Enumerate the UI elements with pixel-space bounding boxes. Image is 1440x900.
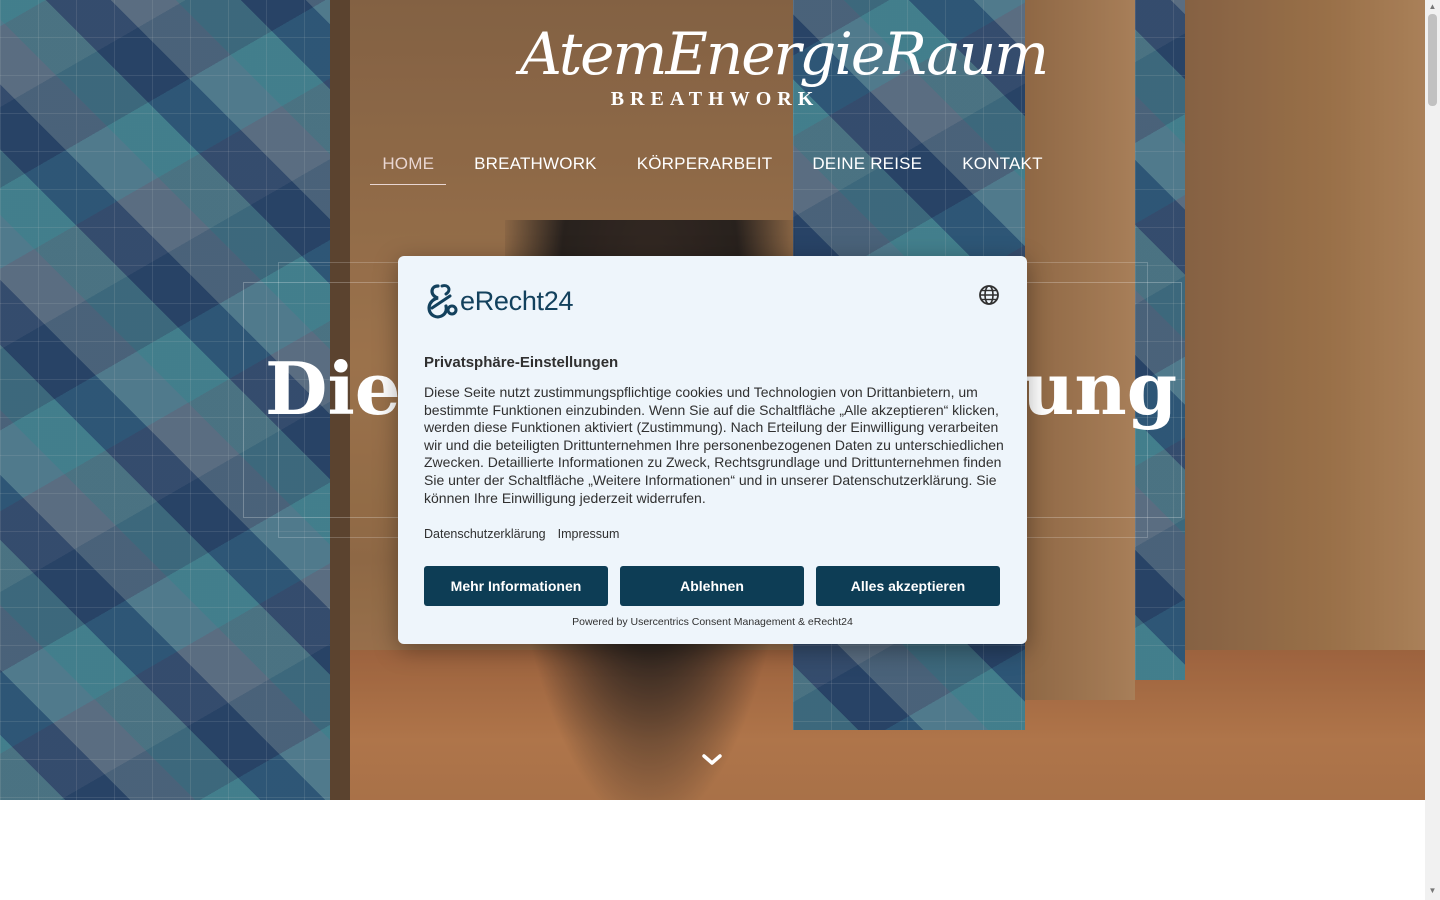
cookie-consent-dialog: eRecht24 Privatsphäre-Einstellungen Dies… xyxy=(398,256,1027,644)
imprint-link[interactable]: Impressum xyxy=(558,527,620,541)
more-information-button[interactable]: Mehr Informationen xyxy=(424,566,608,606)
scroll-down-icon[interactable]: ▼ xyxy=(1428,886,1437,895)
chevron-down-icon[interactable] xyxy=(700,748,724,772)
hero-title-end: ung xyxy=(1022,346,1178,431)
privacy-policy-link[interactable]: Datenschutzerklärung xyxy=(424,527,546,541)
nav-item-home[interactable]: HOME xyxy=(370,150,447,185)
accept-all-button[interactable]: Alles akzeptieren xyxy=(816,566,1000,606)
powered-by-text: Powered by Usercentrics Consent Manageme… xyxy=(572,616,853,628)
globe-icon[interactable] xyxy=(978,284,1000,306)
erecht24-logo-icon xyxy=(427,284,458,319)
main-navigation: HOME BREATHWORK KÖRPERARBEIT DEINE REISE… xyxy=(0,150,1425,185)
nav-item-deine-reise[interactable]: DEINE REISE xyxy=(800,150,934,185)
site-logo-subtitle[interactable]: BREATHWORK xyxy=(560,88,870,111)
site-logo-script[interactable]: AtemEnergieRaum xyxy=(520,18,1049,90)
scroll-up-icon[interactable]: ▲ xyxy=(1428,2,1437,11)
nav-item-breathwork[interactable]: BREATHWORK xyxy=(462,150,609,185)
consent-links: Datenschutzerklärung Impressum xyxy=(424,527,631,541)
page-scrollbar[interactable]: ▲ ▼ xyxy=(1425,0,1440,900)
hero-title-start: Die xyxy=(265,346,401,431)
consent-button-row: Mehr Informationen Ablehnen Alles akzept… xyxy=(424,566,1012,606)
erecht24-brand-text: eRecht24 xyxy=(460,285,574,316)
consent-description: Diese Seite nutzt zustimmungspflichtige … xyxy=(424,384,1004,506)
erecht24-logo: eRecht24 xyxy=(424,282,573,320)
nav-item-koerperarbeit[interactable]: KÖRPERARBEIT xyxy=(625,150,785,185)
scrollbar-thumb[interactable] xyxy=(1428,14,1437,106)
nav-item-kontakt[interactable]: KONTAKT xyxy=(950,150,1054,185)
consent-title: Privatsphäre-Einstellungen xyxy=(424,354,619,371)
deny-button[interactable]: Ablehnen xyxy=(620,566,804,606)
